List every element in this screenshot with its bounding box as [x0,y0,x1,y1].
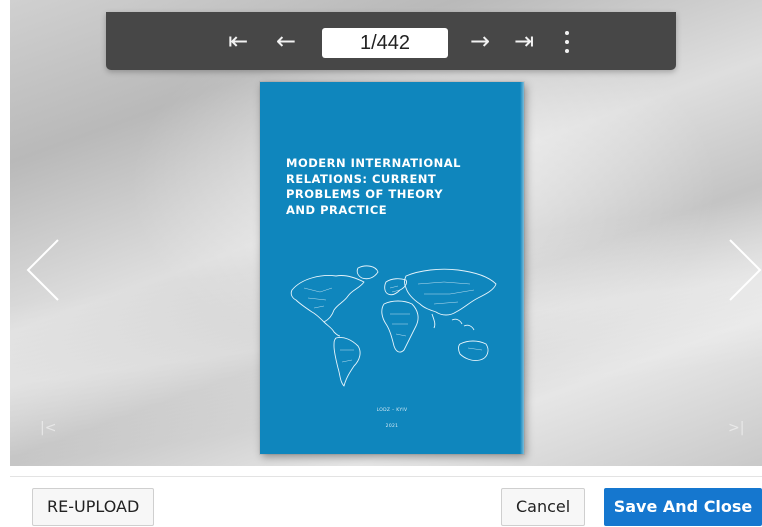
previous-page-icon[interactable]: ← [272,26,300,56]
faint-last-page-icon[interactable]: >| [728,420,744,436]
next-page-arrow-icon[interactable] [724,238,762,302]
more-options-icon[interactable] [562,29,572,55]
publication-city: LODZ – KYIV [376,408,408,413]
previous-page-arrow-icon[interactable] [24,238,64,302]
publication-year: 2021 [385,424,399,429]
flipbook-viewer: ⇤ ← → ⇥ MODERN INTERNATIONAL RELATIONS: … [10,0,762,466]
next-page-icon[interactable]: → [466,26,494,56]
first-page-icon[interactable]: ⇤ [224,26,252,56]
page-number-input[interactable] [322,28,448,58]
book-title: MODERN INTERNATIONAL RELATIONS: CURRENT … [286,156,461,217]
save-and-close-button[interactable]: Save And Close [604,488,762,526]
footer-divider [10,476,762,477]
world-map-illustration [290,265,497,387]
page-toolbar: ⇤ ← → ⇥ [106,12,676,70]
reupload-button[interactable]: RE-UPLOAD [32,488,155,526]
last-page-icon[interactable]: ⇥ [510,26,538,56]
cancel-button[interactable]: Cancel [501,488,586,526]
book-cover-page: MODERN INTERNATIONAL RELATIONS: CURRENT … [260,82,524,454]
faint-first-page-icon[interactable]: |< [40,420,56,436]
